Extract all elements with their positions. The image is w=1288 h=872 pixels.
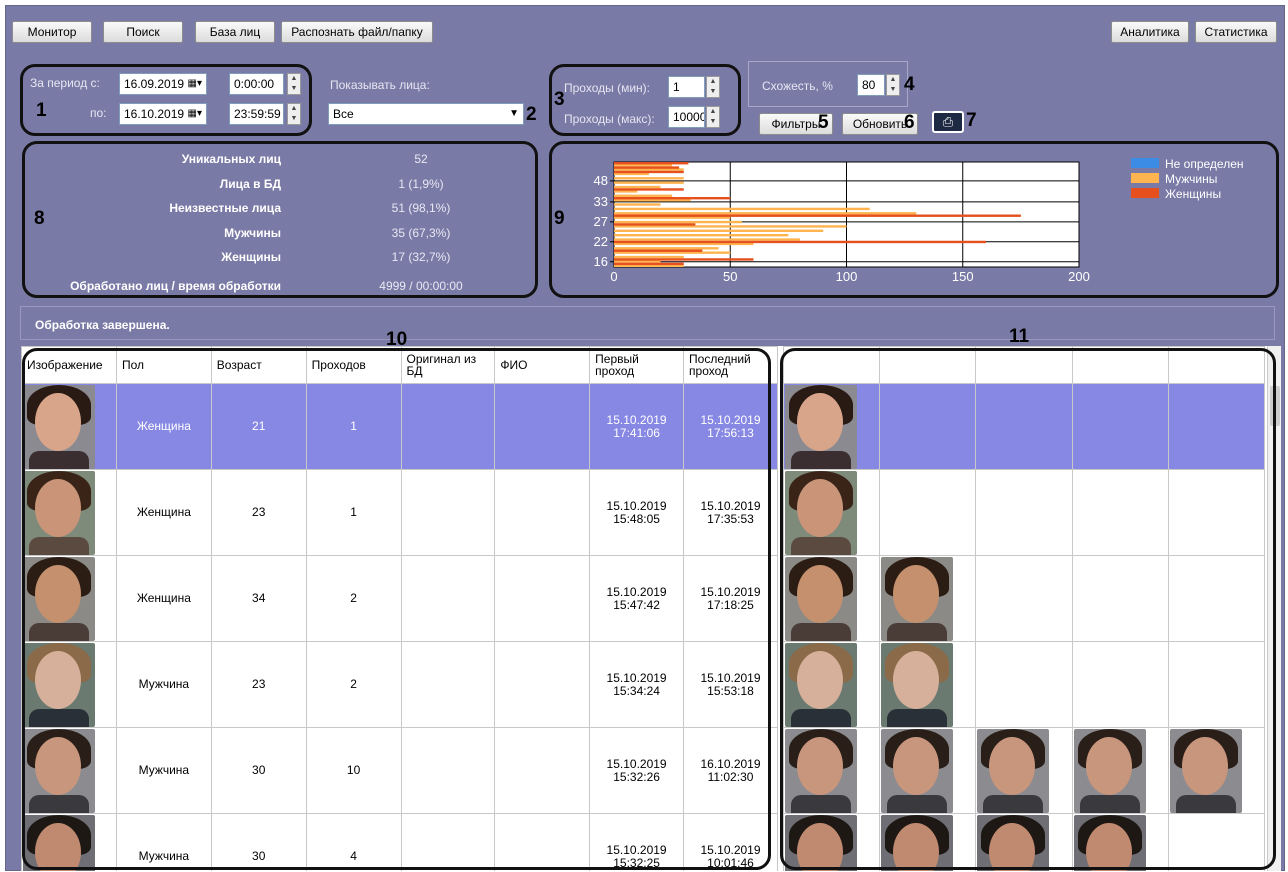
callout-11: 11 xyxy=(1009,326,1030,347)
face-base-button[interactable]: База лиц xyxy=(195,21,275,43)
print-icon[interactable]: ⎙ xyxy=(932,111,964,133)
chart-bar xyxy=(614,247,719,250)
statistics-button[interactable]: Статистика xyxy=(1195,21,1277,43)
callout-1: 1 xyxy=(36,100,47,121)
chart-bar xyxy=(614,197,731,200)
to-date-field[interactable]: 16.10.2019 ▦▾ xyxy=(119,103,207,125)
stat-value: 51 (98,1%) xyxy=(391,201,451,215)
passes-min-label: Проходы (мин): xyxy=(564,81,650,95)
calendar-dropdown-icon[interactable]: ▦▾ xyxy=(188,104,202,124)
y-tick-label: 48 xyxy=(594,173,608,188)
chart-bar xyxy=(614,249,703,252)
from-date-field[interactable]: 16.09.2019 ▦▾ xyxy=(119,73,207,95)
callout-5: 5 xyxy=(818,112,829,133)
chart-bar xyxy=(614,238,800,241)
show-faces-select[interactable]: Все ▼ xyxy=(328,103,524,125)
stat-label: Обработано лиц / время обработки xyxy=(70,279,281,293)
analytics-button[interactable]: Аналитика xyxy=(1111,21,1189,43)
x-tick-label: 100 xyxy=(836,269,858,284)
thumbs-callout-frame xyxy=(780,348,1276,870)
status-bar: Обработка завершена. xyxy=(20,306,1275,340)
chart-bar xyxy=(614,220,742,224)
chart-bar xyxy=(614,212,917,215)
chart-bar xyxy=(614,188,684,191)
chart-bar xyxy=(614,233,789,237)
chart-bar xyxy=(614,194,673,197)
chart-bar xyxy=(614,203,661,206)
chart-bar xyxy=(614,177,684,180)
x-tick-label: 50 xyxy=(723,269,737,284)
stat-value: 1 (1,9%) xyxy=(398,177,444,191)
y-tick-label: 16 xyxy=(594,254,608,269)
calendar-dropdown-icon[interactable]: ▦▾ xyxy=(188,74,202,94)
period-to-label: по: xyxy=(90,106,107,120)
chart-bar xyxy=(614,258,754,261)
chart-bar xyxy=(614,262,684,266)
chart-bar xyxy=(614,240,986,244)
chart-bar xyxy=(614,181,684,184)
chart-bar xyxy=(614,214,1021,217)
passes-min-spinner[interactable]: ▲ ▼ xyxy=(706,76,720,98)
chart-bar xyxy=(614,185,661,189)
passes-max-spinner[interactable]: ▲ ▼ xyxy=(706,106,720,128)
legend-swatch xyxy=(1131,188,1159,198)
chart-bar xyxy=(614,162,689,165)
status-text: Обработка завершена. xyxy=(35,318,170,332)
monitor-button[interactable]: Монитор xyxy=(12,21,92,43)
search-button[interactable]: Поиск xyxy=(103,21,183,43)
stat-value: 52 xyxy=(414,152,428,166)
chart-bar xyxy=(614,166,680,169)
chart-bar xyxy=(614,255,684,259)
x-tick-label: 200 xyxy=(1068,269,1090,284)
chart-bar xyxy=(614,207,870,211)
x-tick-label: 0 xyxy=(610,269,617,284)
stat-value: 35 (67,3%) xyxy=(391,226,451,240)
stat-label: Уникальных лиц xyxy=(181,152,281,166)
show-faces-label: Показывать лица: xyxy=(330,78,430,92)
passes-min-field[interactable]: 1 xyxy=(668,76,705,98)
recognize-file-button[interactable]: Распознать файл/папку xyxy=(281,21,433,43)
to-time-field[interactable]: 23:59:59 xyxy=(229,103,284,125)
legend-label: Не определен xyxy=(1165,157,1244,171)
stat-label: Лица в БД xyxy=(219,177,281,191)
callout-2: 2 xyxy=(526,104,537,125)
legend-label: Женщины xyxy=(1165,187,1221,201)
stat-value: 4999 / 00:00:00 xyxy=(379,279,463,293)
y-tick-label: 27 xyxy=(594,214,608,229)
callout-9: 9 xyxy=(554,208,565,229)
x-tick-label: 150 xyxy=(952,269,974,284)
chart-bar xyxy=(614,223,696,226)
y-tick-label: 22 xyxy=(594,234,608,249)
passes-max-field[interactable]: 10000 xyxy=(668,106,705,128)
stat-value: 17 (32,7%) xyxy=(391,250,451,264)
y-tick-label: 33 xyxy=(594,194,608,209)
similarity-label: Схожесть, % xyxy=(762,79,833,93)
from-time-spinner[interactable]: ▲ ▼ xyxy=(287,73,301,95)
legend-swatch xyxy=(1131,173,1159,183)
passes-max-label: Проходы (макс): xyxy=(564,112,655,126)
to-time-spinner[interactable]: ▲ ▼ xyxy=(287,103,301,125)
stat-label: Мужчины xyxy=(224,226,281,240)
similarity-field[interactable]: 80 xyxy=(857,74,885,96)
legend-swatch xyxy=(1131,158,1159,168)
stat-label: Женщины xyxy=(221,250,281,264)
callout-4: 4 xyxy=(904,74,915,95)
stats-panel: Уникальных лиц Лица в БД Неизвестные лиц… xyxy=(26,146,516,296)
similarity-spinner[interactable]: ▲ ▼ xyxy=(886,74,900,96)
chart-bar xyxy=(614,170,684,174)
period-from-label: За период с: xyxy=(30,76,100,90)
chart-bar xyxy=(614,229,824,232)
callout-3: 3 xyxy=(554,89,565,110)
age-gender-chart: 0 50 100 150 200 48 33 27 22 16 Не определенМужчин… xyxy=(594,157,1244,284)
chevron-down-icon[interactable]: ▼ xyxy=(509,104,519,124)
from-time-field[interactable]: 0:00:00 xyxy=(229,73,284,95)
callout-6: 6 xyxy=(904,112,915,133)
table-callout-frame xyxy=(22,348,771,870)
stat-label: Неизвестные лица xyxy=(169,201,281,215)
face-search-window: Монитор Поиск База лиц Распознать файл/п… xyxy=(5,5,1285,871)
callout-7: 7 xyxy=(966,110,977,131)
legend-label: Мужчины xyxy=(1165,172,1217,186)
